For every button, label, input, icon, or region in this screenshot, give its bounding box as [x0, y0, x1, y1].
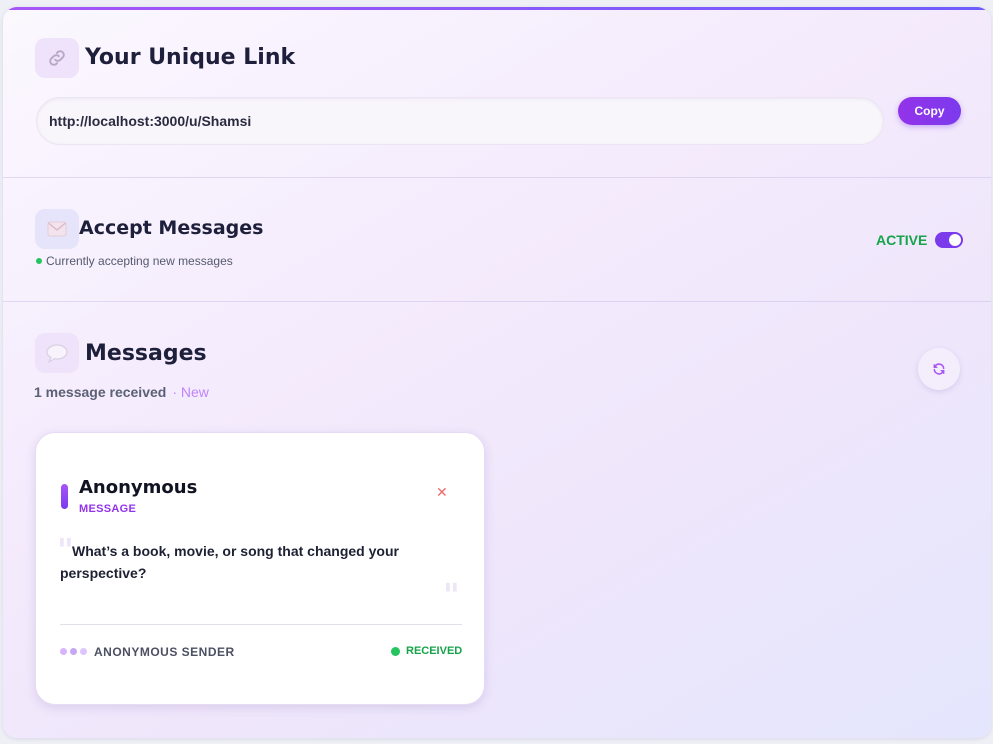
new-indicator: · New	[172, 384, 209, 400]
section-divider	[3, 301, 991, 302]
received-badge: RECEIVED	[391, 645, 462, 657]
close-quote-icon: "	[443, 576, 460, 614]
top-accent-bar	[3, 7, 991, 10]
card-accent-bar	[61, 484, 68, 509]
message-sender-name: Anonymous	[79, 477, 198, 498]
dots-icon	[60, 648, 87, 655]
message-card: Anonymous MESSAGE ✕ " What’s a book, mov…	[35, 432, 485, 705]
received-dot	[391, 646, 400, 656]
delete-message-icon[interactable]: ✕	[436, 485, 448, 499]
refresh-icon	[933, 363, 945, 375]
section-divider	[3, 177, 991, 178]
copy-button[interactable]: Copy	[898, 97, 961, 125]
status-dot	[36, 258, 42, 264]
envelope-icon	[35, 209, 79, 249]
received-text: RECEIVED	[406, 645, 463, 657]
unique-link-field[interactable]: http://localhost:3000/u/Shamsi	[36, 97, 884, 145]
toggle-knob	[949, 234, 961, 246]
toggle-status-label: ACTIVE	[876, 232, 928, 248]
link-icon	[35, 38, 79, 78]
link-section-title: Your Unique Link	[85, 45, 296, 70]
dashboard-panel: Your Unique Link http://localhost:3000/u…	[3, 7, 991, 738]
sender-label: ANONYMOUS SENDER	[94, 645, 235, 659]
accept-status: Currently accepting new messages	[36, 254, 233, 268]
refresh-button[interactable]	[918, 348, 960, 390]
messages-section-title: Messages	[85, 341, 207, 366]
message-tag: MESSAGE	[79, 503, 137, 515]
accept-status-text: Currently accepting new messages	[46, 254, 233, 268]
card-divider	[60, 624, 462, 625]
message-count-text: 1 message received	[34, 384, 167, 400]
message-content: What’s a book, movie, or song that chang…	[60, 543, 399, 581]
unique-link-url: http://localhost:3000/u/Shamsi	[49, 113, 252, 129]
message-count: 1 message received · New	[34, 384, 209, 400]
accept-messages-toggle[interactable]	[935, 232, 963, 248]
accept-section-title: Accept Messages	[79, 217, 264, 239]
speech-bubble-icon	[35, 333, 79, 373]
